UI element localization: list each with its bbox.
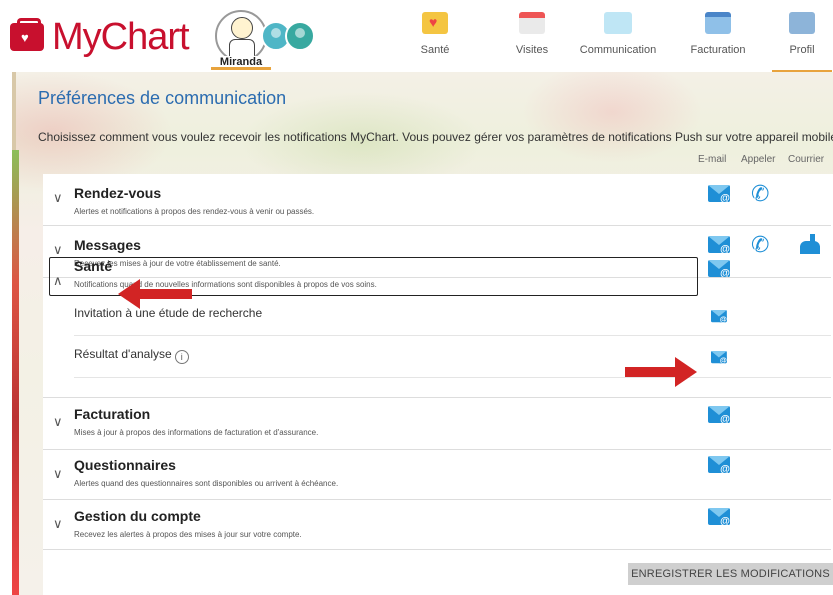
profile-card-icon xyxy=(789,12,815,34)
preferences-card: ∨ Rendez-vous Alertes et notifications à… xyxy=(43,174,833,595)
patient-name: Miranda xyxy=(211,56,271,70)
section-title: Questionnaires xyxy=(74,457,176,473)
chevron-down-icon[interactable]: ∨ xyxy=(53,242,63,258)
calendar-icon xyxy=(519,12,545,34)
section-title: Santé xyxy=(74,258,113,274)
mailbox-icon[interactable] xyxy=(800,234,822,254)
briefcase-heart-icon: ♥ xyxy=(10,18,44,51)
section-title: Gestion du compte xyxy=(74,508,201,524)
section-description: Mises à jour à propos des informations d… xyxy=(74,428,319,437)
mychart-logo[interactable]: ♥ MyChart xyxy=(10,16,190,58)
column-header-appeler: Appeler xyxy=(741,154,776,165)
email-toggle-icon[interactable] xyxy=(708,456,730,473)
nav-label: Visites xyxy=(515,44,549,56)
chevron-up-icon[interactable]: ∧ xyxy=(53,273,63,289)
subitem-label: Résultat d'analyse i xyxy=(74,347,189,364)
background-decoration xyxy=(12,150,19,595)
list-item[interactable]: Invitation à une étude de recherche xyxy=(74,296,831,336)
annotation-arrow-left xyxy=(118,279,192,309)
nav-facturation[interactable]: Facturation xyxy=(683,12,753,70)
background-decoration xyxy=(12,72,16,152)
nav-profil[interactable]: Profil xyxy=(772,12,832,73)
subitem-label: Invitation à une étude de recherche xyxy=(74,306,263,320)
email-toggle-icon[interactable] xyxy=(711,310,727,323)
logo-text: MyChart xyxy=(52,16,190,58)
nav-communication[interactable]: Communication xyxy=(568,12,668,70)
phone-icon[interactable]: ✆ xyxy=(751,183,773,205)
app-header: ♥ MyChart Miranda Santé Visites Communic… xyxy=(0,0,833,73)
patient-switcher[interactable] xyxy=(215,10,315,62)
intro-text: Choisissez comment vous voulez recevoir … xyxy=(38,130,833,144)
phone-icon[interactable]: ✆ xyxy=(751,234,773,256)
save-button[interactable]: ENREGISTRER LES MODIFICATIONS xyxy=(628,563,833,585)
section-description: Recevez les alertes à propos des mises à… xyxy=(74,530,302,539)
credit-card-icon xyxy=(705,12,731,34)
column-header-email: E-mail xyxy=(698,154,727,165)
envelope-icon xyxy=(604,12,632,34)
chevron-down-icon[interactable]: ∨ xyxy=(53,414,63,430)
section-title: Rendez-vous xyxy=(74,185,162,201)
heart-folder-icon xyxy=(422,12,448,34)
email-toggle-icon[interactable] xyxy=(708,185,730,202)
email-toggle-icon[interactable] xyxy=(708,406,730,423)
section-facturation[interactable]: ∨ Facturation Mises à jour à propos des … xyxy=(43,398,831,450)
section-title: Facturation xyxy=(74,406,151,422)
nav-label: Profil xyxy=(789,44,815,56)
section-gestion-du-compte[interactable]: ∨ Gestion du compte Recevez les alertes … xyxy=(43,500,831,550)
section-title: Messages xyxy=(74,237,141,253)
chevron-down-icon[interactable]: ∨ xyxy=(53,516,63,532)
annotation-arrow-right xyxy=(625,357,697,387)
page-title: Préférences de communication xyxy=(38,88,287,108)
email-toggle-icon[interactable] xyxy=(711,351,727,364)
section-rendez-vous[interactable]: ∨ Rendez-vous Alertes et notifications à… xyxy=(43,174,831,226)
nav-label: Communication xyxy=(579,44,657,56)
section-questionnaires[interactable]: ∨ Questionnaires Alertes quand des quest… xyxy=(43,450,831,500)
section-description: Alertes quand des questionnaires sont di… xyxy=(74,479,339,488)
info-icon[interactable]: i xyxy=(174,350,189,364)
email-toggle-icon[interactable] xyxy=(708,508,730,525)
nav-visites[interactable]: Visites xyxy=(507,12,557,70)
list-item[interactable]: Résultat d'analyse i xyxy=(74,336,831,378)
nav-sante[interactable]: Santé xyxy=(415,12,455,70)
proxy-avatar[interactable] xyxy=(285,21,315,51)
chevron-down-icon[interactable]: ∨ xyxy=(53,466,63,482)
email-toggle-icon[interactable] xyxy=(708,260,730,277)
section-description: Alertes et notifications à propos des re… xyxy=(74,207,315,216)
avatar[interactable] xyxy=(215,10,267,62)
chevron-down-icon[interactable]: ∨ xyxy=(53,190,63,206)
nav-label: Santé xyxy=(420,44,450,56)
column-header-courrier: Courrier xyxy=(788,154,825,165)
email-toggle-icon[interactable] xyxy=(708,236,730,253)
nav-label: Facturation xyxy=(690,44,746,56)
